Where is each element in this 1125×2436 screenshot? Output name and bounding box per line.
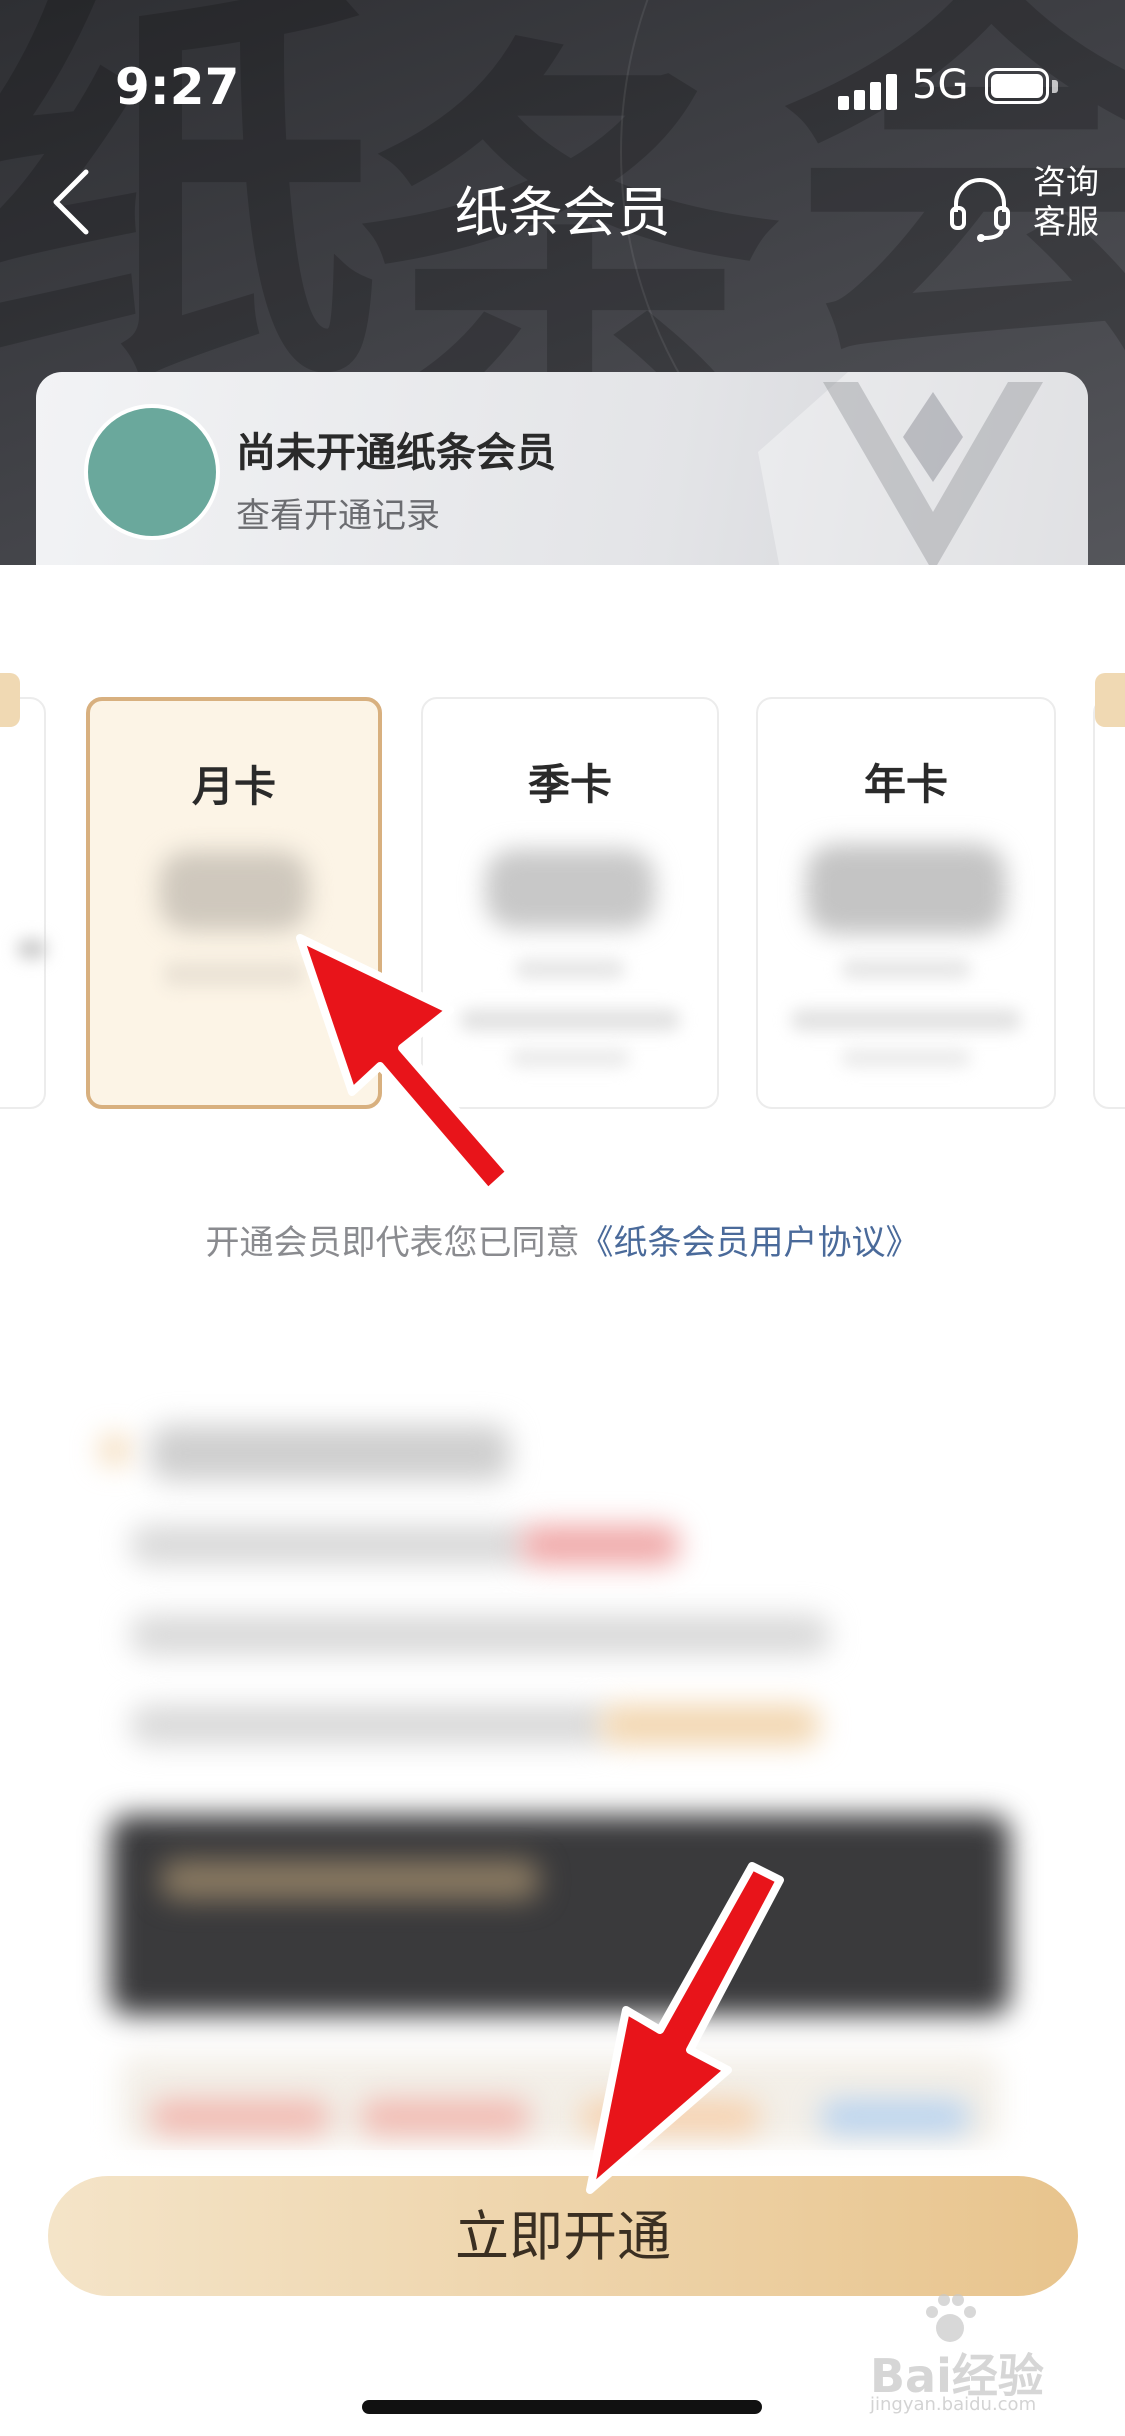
user-agreement-link[interactable]: 《纸条会员用户协议》: [580, 1223, 920, 1263]
benefits-text-line: [130, 1705, 610, 1745]
watermark-subtext: jingyan.baidu.com: [870, 2394, 1037, 2415]
plan-price-obscured: [485, 849, 655, 929]
plan-name: 月卡: [191, 762, 276, 811]
home-indicator: [362, 2400, 762, 2414]
benefits-section-icon: [100, 1435, 130, 1465]
plan-name: 季卡: [527, 760, 612, 809]
plan-card-monthly[interactable]: 月卡: [86, 697, 382, 1109]
status-bar: 9:27 5G: [0, 0, 1125, 160]
support-button[interactable]: 咨询 客服: [948, 162, 1108, 252]
benefits-banner: [110, 1815, 1010, 2015]
plan-badge: [1095, 673, 1125, 727]
benefits-text-line: [130, 1525, 530, 1565]
plan-name: 年卡: [863, 760, 948, 809]
network-type: 5G: [912, 62, 969, 108]
support-label: 咨询 客服: [1033, 162, 1099, 241]
status-time: 9:27: [115, 58, 240, 116]
nav-bar: 纸条会员 咨询 客服: [0, 150, 1125, 260]
plan-price-obscured: [159, 851, 309, 931]
open-membership-button[interactable]: 立即开通: [48, 2176, 1078, 2296]
battery-icon: [985, 68, 1063, 108]
plan-badge: [0, 673, 20, 727]
baidu-watermark: Bai经验 jingyan.baidu.com: [830, 2290, 1110, 2415]
benefits-text-line: [130, 1615, 830, 1655]
avatar[interactable]: [84, 404, 220, 540]
plan-card-partial[interactable]: [0, 697, 47, 1109]
member-status-title: 尚未开通纸条会员: [236, 430, 556, 476]
plan-card-partial[interactable]: [1093, 697, 1125, 1109]
plan-price-obscured: [806, 844, 1006, 934]
view-records-link[interactable]: 查看开通记录: [236, 488, 440, 537]
plan-card-quarterly[interactable]: 季卡: [421, 697, 719, 1109]
signal-icon: [838, 70, 898, 110]
headset-icon: [950, 178, 1010, 242]
agreement-text: 开通会员即代表您已同意《纸条会员用户协议》: [205, 1223, 920, 1263]
benefits-section-heading: [150, 1425, 510, 1481]
benefits-highlight: [600, 1705, 820, 1745]
plan-selector: 月卡 季卡 年卡: [0, 565, 1125, 1145]
plan-card-yearly[interactable]: 年卡: [756, 697, 1056, 1109]
benefits-highlight: [520, 1525, 680, 1565]
